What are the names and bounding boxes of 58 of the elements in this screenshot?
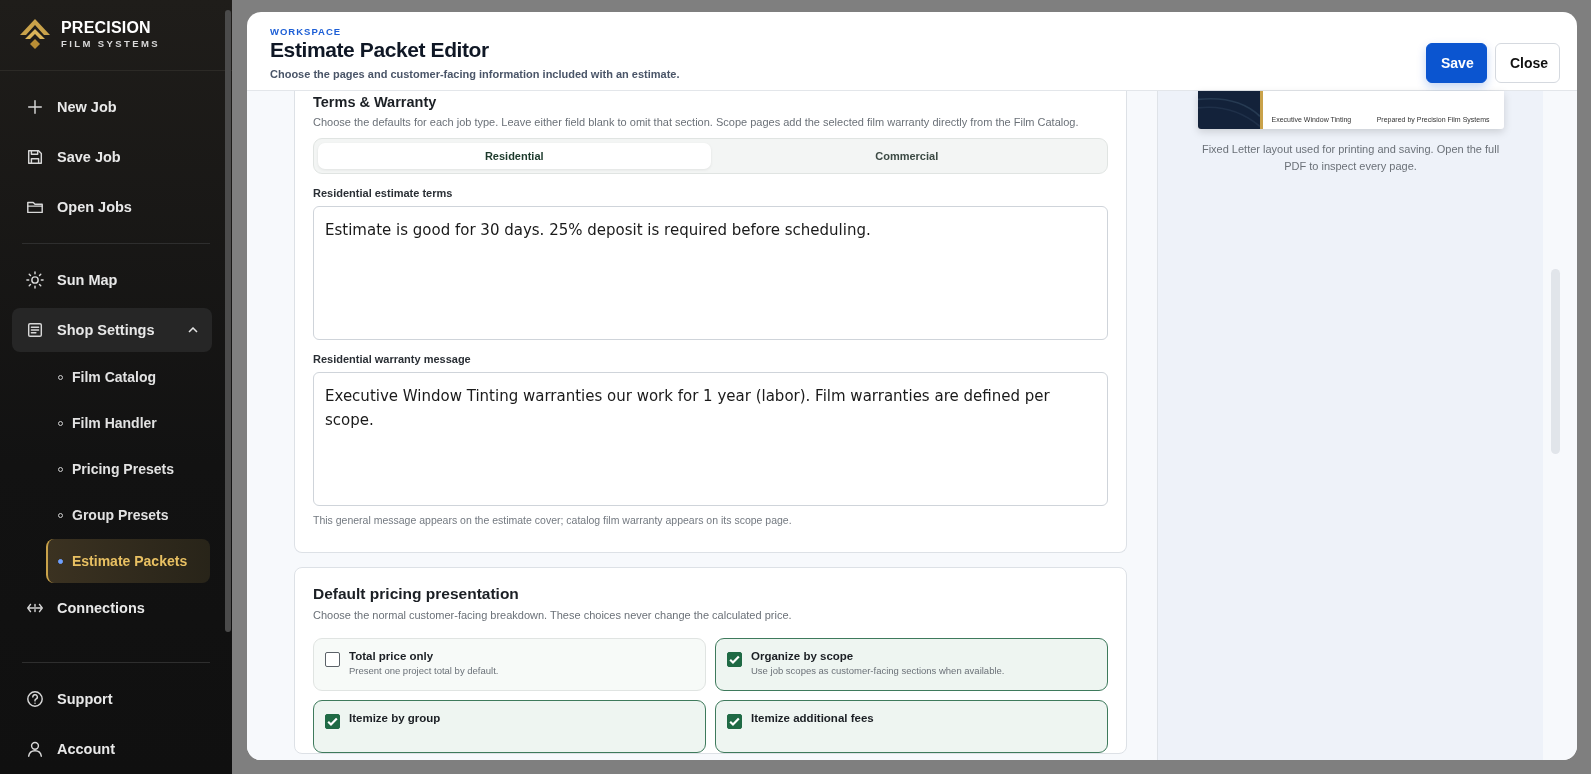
checkbox[interactable] — [325, 714, 340, 729]
option-description: Use job scopes as customer-facing sections when available. — [751, 665, 1005, 676]
chevron-up-icon — [188, 327, 198, 333]
checkbox[interactable] — [325, 652, 340, 667]
check-icon — [728, 653, 741, 666]
nav-icon — [26, 740, 44, 758]
sidebar-subitem[interactable]: Film Catalog — [46, 355, 210, 399]
nav-icon — [26, 690, 44, 708]
sidebar-subitem[interactable]: Film Handler — [46, 401, 210, 445]
option-card[interactable]: Organize by scope Use job scopes as customer-facing sections when available. — [715, 638, 1108, 691]
field-label: Residential warranty message — [313, 353, 472, 365]
field-label: Residential estimate terms — [313, 187, 454, 199]
nav-icon — [26, 98, 44, 116]
option-card[interactable]: Itemize additional fees — [715, 700, 1108, 753]
checkbox[interactable] — [727, 652, 742, 667]
textarea-field[interactable]: Executive Window Tinting warranties our work for 1 year (labor). Film warranties are defined per scope. — [313, 372, 1108, 506]
preview-caption: Fixed Letter layout used for printing and saving. Open the full PDF to inspect every page. — [1200, 142, 1501, 174]
check-icon — [728, 715, 741, 728]
nav-icon — [26, 321, 44, 339]
close-button[interactable]: Close — [1495, 43, 1560, 83]
tab[interactable]: Residential — [318, 143, 711, 169]
option-title: Itemize additional fees — [751, 712, 874, 724]
checkbox[interactable] — [727, 714, 742, 729]
option-card[interactable]: Itemize by group — [313, 700, 706, 753]
brand-name: PRECISION — [61, 18, 152, 37]
sidebar-item[interactable]: Save Job — [12, 135, 212, 179]
section-description: Choose the defaults for each job type. Leave either field blank to omit that section. Scope pages add the selected film warranty directly from the Film Catalog. — [313, 115, 1080, 130]
section-title: Default pricing presentation — [313, 585, 520, 603]
option-description: Present one project total by default. — [349, 665, 499, 676]
help-text: This general message appears on the estimate cover; catalog film warranty appears on its scope page. — [313, 514, 793, 526]
sidebar-subitem[interactable]: Pricing Presets — [46, 447, 210, 491]
option-title: Total price only — [349, 650, 435, 662]
nav-icon — [26, 148, 44, 166]
scrollbar-thumb[interactable] — [225, 10, 231, 632]
tab[interactable]: Commercial — [710, 143, 1103, 169]
sidebar-item[interactable]: Sun Map — [12, 258, 212, 302]
sidebar-item[interactable]: Shop Settings — [12, 308, 212, 352]
option-title: Organize by scope — [751, 650, 855, 662]
option-card[interactable]: Total price only Present one project total by default. — [313, 638, 706, 691]
page-subtitle: Choose the pages and customer-facing information included with an estimate. — [270, 68, 680, 80]
section-title: Terms & Warranty — [313, 94, 438, 110]
sidebar-item[interactable]: Support — [12, 677, 212, 721]
sidebar-subitem[interactable]: Estimate Packets — [46, 539, 210, 583]
sidebar-item[interactable]: Open Jobs — [12, 185, 212, 229]
sidebar-item[interactable]: Account — [12, 727, 212, 771]
sidebar-item[interactable]: Connections — [12, 586, 212, 630]
option-title: Itemize by group — [349, 712, 441, 724]
eyebrow-label: WORKSPACE — [270, 26, 343, 37]
save-button[interactable]: Save — [1426, 43, 1487, 83]
page-title: Estimate Packet Editor — [270, 38, 490, 62]
check-icon — [326, 715, 339, 728]
brand-tagline: FILM SYSTEMS — [61, 36, 160, 50]
textarea-field[interactable]: Estimate is good for 30 days. 25% deposit is required before scheduling. — [313, 206, 1108, 340]
logo-icon — [18, 17, 52, 51]
section-description: Choose the normal customer-facing breakdown. These choices never change the calculated price. — [313, 608, 793, 623]
sidebar-subitem[interactable]: Group Presets — [46, 493, 210, 537]
nav-icon — [26, 271, 44, 289]
sidebar-item[interactable]: New Job — [12, 85, 212, 129]
